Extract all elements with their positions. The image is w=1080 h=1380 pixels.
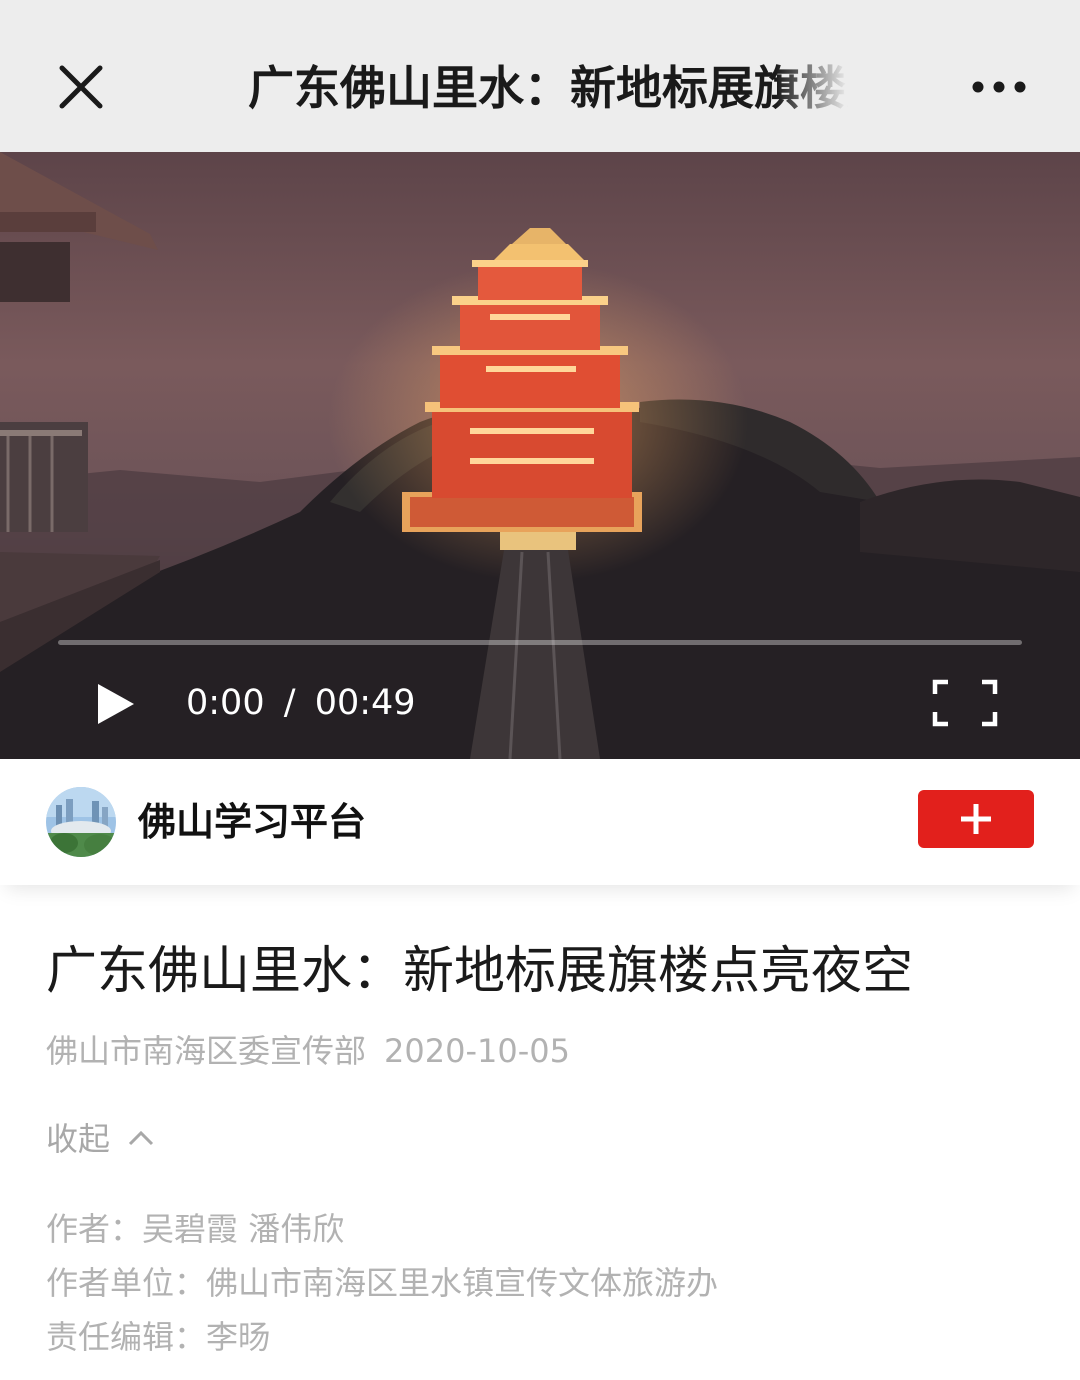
article-source[interactable]: 佛山市南海区委宣传部 — [46, 1032, 366, 1070]
chevron-up-icon — [128, 1130, 154, 1146]
play-icon — [98, 684, 134, 724]
article-date: 2020-10-05 — [384, 1032, 570, 1070]
collapse-label: 收起 — [46, 1120, 111, 1158]
fullscreen-icon — [932, 679, 998, 727]
collapse-toggle[interactable]: 收起 — [46, 1117, 156, 1161]
video-frame — [0, 152, 1080, 759]
account-name[interactable]: 佛山学习平台 — [138, 797, 366, 847]
credit-author-unit: 作者单位：佛山市南海区里水镇宣传文体旅游办 — [46, 1261, 718, 1305]
credit-value: 佛山市南海区里水镇宣传文体旅游办 — [206, 1264, 719, 1302]
article: 广东佛山里水：新地标展旗楼点亮夜空 佛山市南海区委宣传部 2020-10-05 收… — [0, 885, 1080, 1380]
top-nav-bar: 广东佛山里水：新地标展旗楼点亮夜空 — [0, 0, 1080, 152]
credit-value: 吴碧霞 潘伟欣 — [142, 1210, 345, 1248]
progress-bar[interactable] — [58, 640, 1022, 645]
close-icon — [59, 65, 103, 109]
plus-icon — [961, 804, 991, 834]
credit-value: 李旸 — [206, 1318, 271, 1356]
article-meta: 佛山市南海区委宣传部 2020-10-05 — [46, 1029, 570, 1073]
fullscreen-button[interactable] — [932, 678, 998, 728]
video-player[interactable]: 0:00 / 00:49 — [0, 152, 1080, 759]
article-title: 广东佛山里水：新地标展旗楼点亮夜空 — [46, 942, 914, 1001]
close-button[interactable] — [52, 58, 110, 116]
credit-author: 作者：吴碧霞 潘伟欣 — [46, 1207, 344, 1251]
more-dots-icon — [972, 81, 1026, 93]
credit-label: 责任编辑： — [46, 1318, 207, 1356]
credit-editor: 责任编辑：李旸 — [46, 1315, 270, 1359]
more-button[interactable] — [964, 64, 1034, 110]
follow-button[interactable] — [918, 790, 1034, 848]
credit-label: 作者单位： — [46, 1264, 207, 1302]
avatar-image — [46, 787, 116, 857]
time-display: 0:00 / 00:49 — [186, 680, 416, 726]
play-button[interactable] — [94, 682, 136, 726]
account-row: 佛山学习平台 — [0, 759, 1080, 885]
credit-label: 作者： — [46, 1210, 143, 1248]
avatar[interactable] — [46, 787, 116, 857]
duration: 00:49 — [314, 683, 416, 723]
page-title: 广东佛山里水：新地标展旗楼点亮夜空 — [248, 61, 848, 115]
current-time: 0:00 — [186, 683, 265, 723]
time-separator: / — [283, 683, 296, 723]
